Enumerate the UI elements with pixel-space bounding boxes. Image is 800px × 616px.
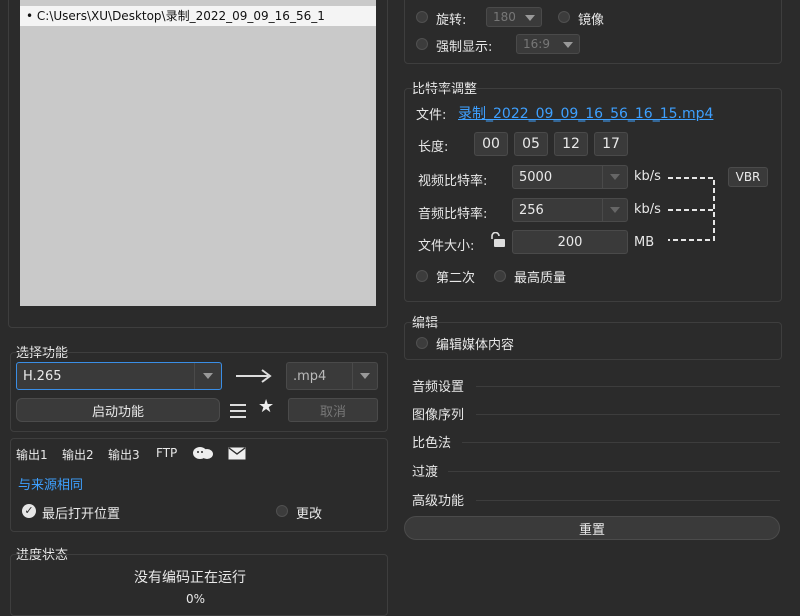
vbr-button[interactable]: VBR [728, 167, 768, 187]
file-name-link[interactable]: 录制_2022_09_09_16_56_16_15.mp4 [458, 103, 713, 123]
video-bitrate-label: 视频比特率: [418, 174, 488, 189]
section-divider [476, 414, 780, 415]
codec-dropdown-button[interactable] [194, 363, 221, 389]
section-divider [462, 442, 780, 443]
unlock-icon[interactable] [488, 232, 506, 248]
tab-ftp[interactable]: FTP [156, 446, 177, 460]
codec-select-value: H.265 [23, 368, 62, 384]
arrow-right-icon [236, 369, 272, 383]
rotate-label: 旋转: [436, 13, 467, 28]
duration-frames[interactable]: 17 [594, 132, 628, 156]
duration-label: 长度: [418, 140, 449, 155]
force-display-select[interactable]: 16:9 [516, 34, 580, 54]
star-icon[interactable]: ★ [258, 396, 274, 417]
section-divider [448, 471, 780, 472]
section-divider [476, 386, 780, 387]
mail-icon[interactable] [228, 447, 246, 460]
chevron-down-icon [203, 373, 213, 379]
second-pass-label: 第二次 [436, 271, 476, 286]
section-image-sequence[interactable]: 图像序列 [412, 404, 464, 423]
change-radio[interactable] [276, 505, 288, 517]
file-list-item[interactable]: • C:\Users\XU\Desktop\录制_2022_09_09_16_5… [20, 6, 376, 26]
chevron-down-icon [610, 174, 620, 180]
mirror-label: 镜像 [578, 13, 605, 28]
container-dropdown-button[interactable] [352, 363, 377, 389]
force-display-label: 强制显示: [436, 40, 493, 55]
container-select-value: .mp4 [293, 368, 327, 384]
chevron-down-icon [360, 373, 370, 379]
bitrate-link-bracket [668, 177, 715, 241]
duration-seconds[interactable]: 12 [554, 132, 588, 156]
edit-media-label: 编辑媒体内容 [436, 338, 515, 353]
second-pass-radio[interactable] [416, 270, 428, 282]
chevron-down-icon [525, 15, 535, 21]
rotate-select-value: 180 [493, 10, 516, 24]
section-advanced[interactable]: 高级功能 [412, 490, 464, 509]
file-size-unit: MB [634, 235, 655, 250]
last-open-location-label: 最后打开位置 [42, 507, 121, 522]
menu-icon[interactable] [230, 402, 246, 418]
rotate-radio[interactable] [416, 11, 428, 23]
section-transition[interactable]: 过渡 [412, 461, 438, 480]
audio-bitrate-input[interactable]: 256 [512, 198, 628, 222]
edit-media-radio[interactable] [416, 337, 428, 349]
tab-output-2[interactable]: 输出2 [62, 446, 94, 463]
rotate-select[interactable]: 180 [486, 7, 542, 27]
section-divider [476, 500, 780, 501]
mirror-radio[interactable] [558, 11, 570, 23]
file-size-value: 200 [557, 234, 583, 250]
change-label: 更改 [296, 507, 323, 522]
progress-percent: 0% [186, 592, 206, 606]
file-list[interactable]: • C:\Users\XU\Desktop\录制_2022_09_09_16_5… [20, 0, 376, 306]
section-colorimetry[interactable]: 比色法 [412, 432, 451, 451]
video-bitrate-value: 5000 [519, 169, 553, 185]
audio-bitrate-unit: kb/s [634, 202, 661, 217]
audio-bitrate-dropdown[interactable] [602, 199, 627, 221]
section-audio-settings[interactable]: 音频设置 [412, 376, 464, 395]
checkbox-checked-icon[interactable]: ✓ [22, 504, 36, 518]
best-quality-label: 最高质量 [514, 271, 567, 286]
chevron-down-icon [563, 42, 573, 48]
file-size-input[interactable]: 200 [512, 230, 628, 254]
cancel-button[interactable]: 取消 [288, 398, 378, 422]
force-display-radio[interactable] [416, 38, 428, 50]
duration-minutes[interactable]: 05 [514, 132, 548, 156]
wechat-icon[interactable] [192, 446, 214, 460]
best-quality-radio[interactable] [494, 270, 506, 282]
force-display-select-value: 16:9 [523, 37, 550, 51]
audio-bitrate-value: 256 [519, 202, 544, 218]
codec-select[interactable]: H.265 [16, 362, 222, 390]
container-select[interactable]: .mp4 [286, 362, 378, 390]
chevron-down-icon [610, 207, 620, 213]
video-bitrate-unit: kb/s [634, 169, 661, 184]
video-bitrate-input[interactable]: 5000 [512, 165, 628, 189]
start-function-button[interactable]: 启动功能 [16, 398, 220, 422]
video-bitrate-dropdown[interactable] [602, 166, 627, 188]
tab-output-3[interactable]: 输出3 [108, 446, 140, 463]
reset-button[interactable]: 重置 [404, 516, 780, 540]
file-label: 文件: [416, 108, 447, 123]
audio-bitrate-label: 音频比特率: [418, 207, 488, 222]
same-as-source-link[interactable]: 与来源相同 [18, 474, 83, 493]
file-size-label: 文件大小: [418, 239, 475, 254]
file-list-item-path: C:\Users\XU\Desktop\录制_2022_09_09_16_56_… [36, 9, 325, 23]
progress-status: 没有编码正在运行 [134, 570, 246, 586]
tab-output-1[interactable]: 输出1 [16, 446, 48, 463]
bullet-icon: • [26, 9, 37, 23]
duration-hours[interactable]: 00 [474, 132, 508, 156]
